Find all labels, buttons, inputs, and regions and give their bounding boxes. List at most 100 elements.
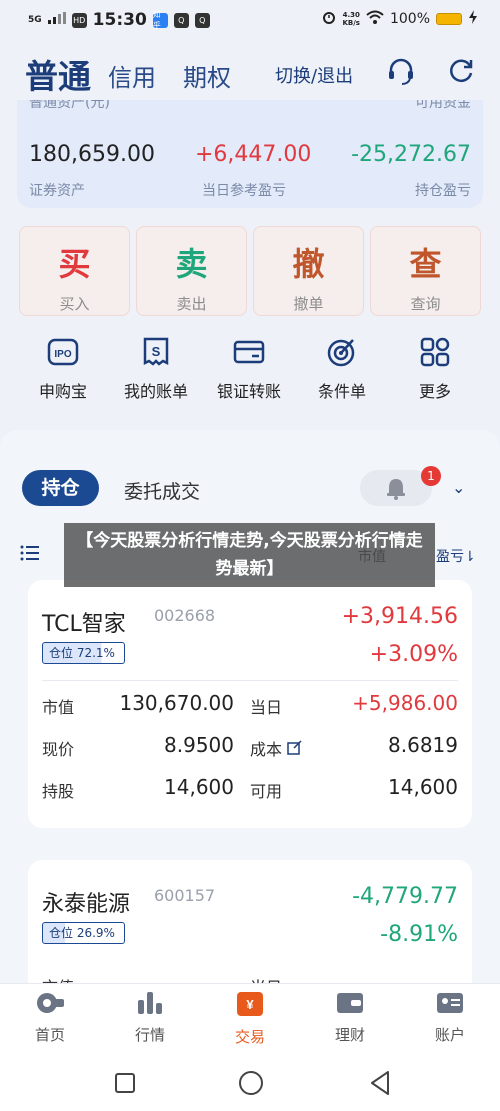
bell-icon bbox=[387, 479, 405, 500]
position-ratio-badge-2: 仓位 26.9% bbox=[42, 922, 125, 944]
condition-order-item[interactable]: 条件单 bbox=[292, 336, 392, 402]
battery-icon bbox=[436, 13, 462, 25]
available-label: 可用 bbox=[250, 782, 283, 801]
grid-icon bbox=[420, 337, 450, 367]
tab-normal[interactable]: 普通 bbox=[25, 50, 91, 98]
app-header: 普通 信用 期权 切换/退出 bbox=[0, 44, 500, 100]
stock-name: TCL智家 bbox=[42, 612, 126, 637]
sell-glyph: 卖 bbox=[175, 245, 208, 283]
system-navigation-bar bbox=[0, 1055, 500, 1111]
ipo-subscribe-item[interactable]: IPO 申购宝 bbox=[13, 336, 113, 402]
wallet-icon bbox=[337, 993, 363, 1013]
cost-label[interactable]: 成本 bbox=[250, 736, 302, 760]
securities-assets-label: 证券资产 bbox=[29, 183, 85, 199]
asset-summary-card: 普通资产(元) 可用资金 180,659.00 证券资产 +6,447.00 当… bbox=[17, 100, 483, 208]
chevron-down-icon[interactable]: ⌄ bbox=[452, 478, 465, 497]
tab-credit[interactable]: 信用 bbox=[108, 58, 156, 93]
holding-pnl-label: 持仓盈亏 bbox=[415, 183, 471, 199]
headset-icon[interactable] bbox=[386, 56, 416, 86]
query-button[interactable]: 查 查询 bbox=[370, 226, 481, 316]
stock-name-2: 永泰能源 bbox=[42, 892, 131, 917]
position-pnl-percent-2: -8.91% bbox=[380, 922, 458, 947]
nav-finance[interactable]: 理财 bbox=[310, 990, 390, 1045]
q-app-icon-2: Q bbox=[194, 12, 210, 28]
nav-finance-label: 理财 bbox=[334, 1026, 365, 1044]
q-app-icon: Q bbox=[173, 12, 189, 28]
trade-actions: 买 买入 卖 卖出 撤 撤单 查 查询 bbox=[19, 226, 481, 316]
speed-unit: KB/s bbox=[342, 19, 360, 27]
signal-indicator: 5G bbox=[28, 15, 42, 25]
pnl-sort-label: 盈亏 bbox=[436, 549, 464, 565]
available-funds-heading: 可用资金 bbox=[415, 100, 471, 111]
condition-order-label: 条件单 bbox=[317, 382, 366, 401]
pnl-sort-column[interactable]: 盈亏⇂ bbox=[436, 546, 476, 566]
holding-qty: 14,600 bbox=[164, 775, 234, 799]
status-bar: 5G HD 15:30 知乎 Q Q 4.30 KB/s 100% bbox=[0, 0, 500, 40]
my-bill-label: 我的账单 bbox=[123, 382, 188, 401]
available-qty: 14,600 bbox=[388, 775, 458, 799]
query-glyph: 查 bbox=[409, 245, 442, 283]
stock-code: 002668 bbox=[154, 606, 216, 625]
securities-assets-value: 180,659.00 bbox=[29, 142, 155, 167]
edit-icon bbox=[287, 740, 302, 755]
bank-transfer-item[interactable]: 银证转账 bbox=[199, 336, 299, 402]
buy-glyph: 买 bbox=[58, 245, 91, 283]
day-pnl-value: +5,986.00 bbox=[352, 691, 458, 715]
refresh-icon[interactable] bbox=[446, 56, 476, 86]
hd-icon: HD bbox=[71, 12, 87, 28]
quick-functions: IPO 申购宝 S 我的账单 银证转账 条件单 更多 bbox=[0, 336, 500, 416]
cost-label-text: 成本 bbox=[250, 740, 283, 759]
home-icon bbox=[37, 993, 64, 1013]
nav-trade-label: 交易 bbox=[234, 1028, 265, 1046]
zhihu-app-icon: 知乎 bbox=[152, 10, 168, 30]
holding-label: 持股 bbox=[42, 782, 75, 801]
cancel-order-button[interactable]: 撤 撤单 bbox=[253, 226, 364, 316]
sell-button[interactable]: 卖 卖出 bbox=[136, 226, 247, 316]
signal-bars-icon bbox=[47, 12, 66, 28]
bank-card-icon bbox=[233, 340, 265, 364]
position-card[interactable]: TCL智家 002668 +3,914.56 仓位 72.1% +3.09% 市… bbox=[28, 580, 472, 828]
svg-text:S: S bbox=[152, 344, 161, 359]
position-pnl: +3,914.56 bbox=[341, 604, 458, 629]
stock-code-2: 600157 bbox=[154, 886, 216, 905]
query-label: 查询 bbox=[410, 295, 441, 313]
network-speed: 4.30 KB/s bbox=[342, 11, 359, 27]
nav-home[interactable]: 首页 bbox=[10, 990, 90, 1045]
cancel-label: 撤单 bbox=[293, 295, 324, 313]
cost-price: 8.6819 bbox=[388, 733, 458, 757]
bottom-navigation: 首页 行情 ¥ 交易 理财 账户 bbox=[0, 983, 500, 1055]
target-icon bbox=[327, 339, 355, 367]
svg-text:¥: ¥ bbox=[246, 997, 254, 1012]
tab-option[interactable]: 期权 bbox=[183, 58, 231, 93]
buy-label: 买入 bbox=[59, 295, 90, 313]
daily-pnl-value: +6,447.00 bbox=[195, 142, 312, 167]
asset-total-heading: 普通资产(元) bbox=[29, 100, 110, 111]
current-price: 8.9500 bbox=[164, 733, 234, 757]
more-item[interactable]: 更多 bbox=[385, 336, 485, 402]
holding-pnl-value: -25,272.67 bbox=[351, 142, 471, 167]
list-view-icon[interactable] bbox=[20, 545, 40, 565]
tab-positions[interactable]: 持仓 bbox=[22, 470, 99, 506]
article-title-overlay: 【今天股票分析行情走势,今天股票分析行情走势最新】 bbox=[64, 523, 435, 587]
position-pnl-2: -4,779.77 bbox=[352, 884, 458, 909]
nav-market-label: 行情 bbox=[134, 1026, 165, 1044]
home-circle-icon[interactable] bbox=[238, 1070, 264, 1096]
nav-trade[interactable]: ¥ 交易 bbox=[210, 990, 290, 1047]
switch-logout-button[interactable]: 切换/退出 bbox=[275, 62, 353, 88]
market-value-label: 市值 bbox=[42, 698, 75, 717]
nav-market[interactable]: 行情 bbox=[110, 990, 190, 1045]
svg-text:IPO: IPO bbox=[54, 349, 71, 360]
day-pnl-label: 当日 bbox=[250, 698, 283, 717]
back-icon[interactable] bbox=[368, 1070, 392, 1096]
nav-account[interactable]: 账户 bbox=[410, 990, 490, 1045]
daily-pnl-label: 当日参考盈亏 bbox=[202, 183, 286, 199]
clock: 15:30 bbox=[92, 10, 147, 30]
more-label: 更多 bbox=[418, 382, 451, 401]
buy-button[interactable]: 买 买入 bbox=[19, 226, 130, 316]
recent-apps-icon[interactable] bbox=[114, 1072, 136, 1094]
my-bill-item[interactable]: S 我的账单 bbox=[106, 336, 206, 402]
tab-orders[interactable]: 委托成交 bbox=[124, 477, 200, 504]
battery-percent: 100% bbox=[389, 11, 430, 27]
alarm-icon bbox=[322, 10, 336, 28]
ipo-icon: IPO bbox=[47, 338, 79, 366]
